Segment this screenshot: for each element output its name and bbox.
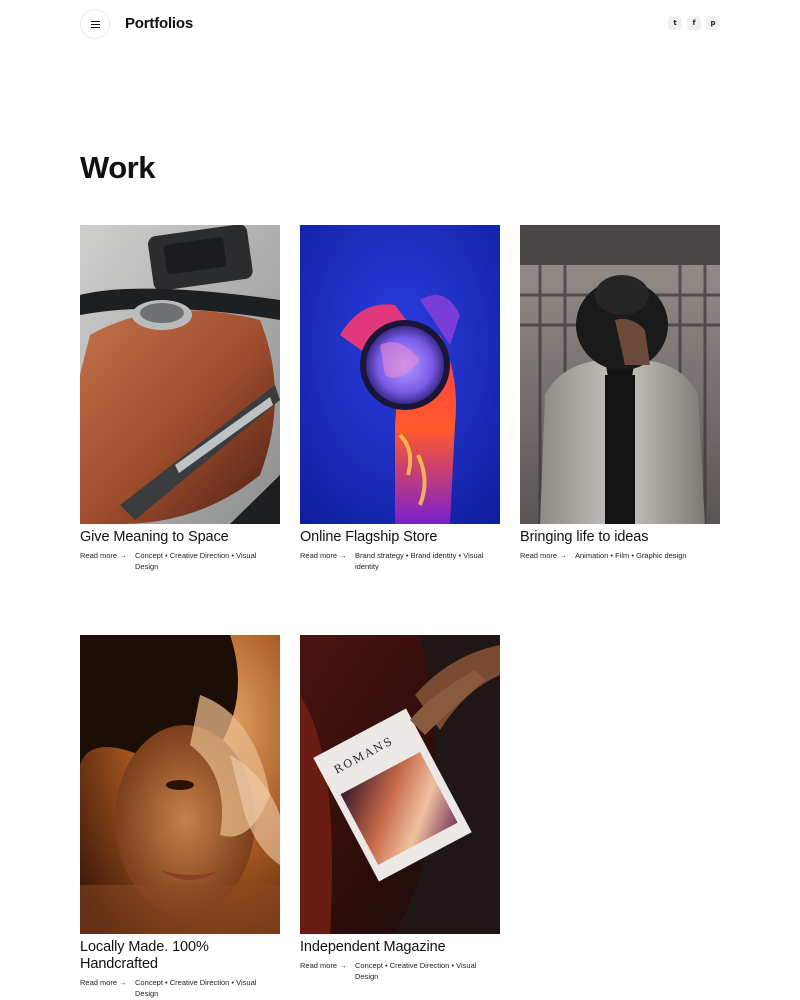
work-meta: Read more → Concept • Creative Direction… bbox=[80, 977, 280, 999]
menu-button[interactable] bbox=[80, 9, 110, 39]
work-title[interactable]: Locally Made. 100% Handcrafted bbox=[80, 939, 280, 973]
work-meta: Read more → Brand strategy • Brand ident… bbox=[300, 550, 500, 572]
work-title[interactable]: Independent Magazine bbox=[300, 939, 500, 956]
work-card-bringing-life: Bringing life to ideas Read more → Anima… bbox=[520, 225, 720, 561]
work-image-portrait[interactable] bbox=[80, 635, 280, 934]
site-header: Portfolios t f p bbox=[0, 0, 800, 48]
read-more-link[interactable]: Read more → bbox=[300, 550, 355, 572]
work-tags: Concept • Creative Direction • Visual De… bbox=[135, 978, 257, 998]
read-more-link[interactable]: Read more → bbox=[80, 977, 135, 999]
work-tags: Concept • Creative Direction • Visual De… bbox=[135, 551, 257, 571]
work-card-give-meaning: Give Meaning to Space Read more → Concep… bbox=[80, 225, 280, 572]
work-meta: Read more → Concept • Creative Direction… bbox=[300, 960, 500, 982]
work-card-independent-magazine: ROMANS Independent Magazine Read more → … bbox=[300, 635, 500, 982]
read-more-link[interactable]: Read more → bbox=[520, 550, 575, 561]
page-title: Work bbox=[80, 150, 155, 185]
motorcycle-photo bbox=[80, 225, 280, 524]
work-image-neon-lens[interactable] bbox=[300, 225, 500, 524]
work-card-locally-made: Locally Made. 100% Handcrafted Read more… bbox=[80, 635, 280, 999]
man-with-hat-photo bbox=[520, 225, 720, 524]
twitter-icon[interactable]: t bbox=[668, 16, 682, 30]
work-tags: Brand strategy • Brand identity • Visual… bbox=[355, 551, 484, 571]
warm-portrait-photo bbox=[80, 635, 280, 934]
work-card-online-flagship: Online Flagship Store Read more → Brand … bbox=[300, 225, 500, 572]
facebook-icon[interactable]: f bbox=[687, 16, 701, 30]
hamburger-icon bbox=[90, 20, 100, 28]
work-title[interactable]: Give Meaning to Space bbox=[80, 529, 280, 546]
work-tags: Animation • Film • Graphic design bbox=[575, 551, 687, 560]
magazine-photo: ROMANS bbox=[300, 635, 500, 934]
social-links: t f p bbox=[668, 16, 720, 30]
work-title[interactable]: Bringing life to ideas bbox=[520, 529, 720, 546]
neon-lens-photo bbox=[300, 225, 500, 524]
work-image-man-hat[interactable] bbox=[520, 225, 720, 524]
work-title[interactable]: Online Flagship Store bbox=[300, 529, 500, 546]
work-image-motorcycle[interactable] bbox=[80, 225, 280, 524]
work-image-magazine[interactable]: ROMANS bbox=[300, 635, 500, 934]
site-brand[interactable]: Portfolios bbox=[125, 15, 193, 32]
work-meta: Read more → Animation • Film • Graphic d… bbox=[520, 550, 720, 561]
read-more-link[interactable]: Read more → bbox=[300, 960, 355, 982]
pinterest-icon[interactable]: p bbox=[706, 16, 720, 30]
work-tags: Concept • Creative Direction • Visual De… bbox=[355, 961, 477, 981]
read-more-link[interactable]: Read more → bbox=[80, 550, 135, 572]
work-meta: Read more → Concept • Creative Direction… bbox=[80, 550, 280, 572]
